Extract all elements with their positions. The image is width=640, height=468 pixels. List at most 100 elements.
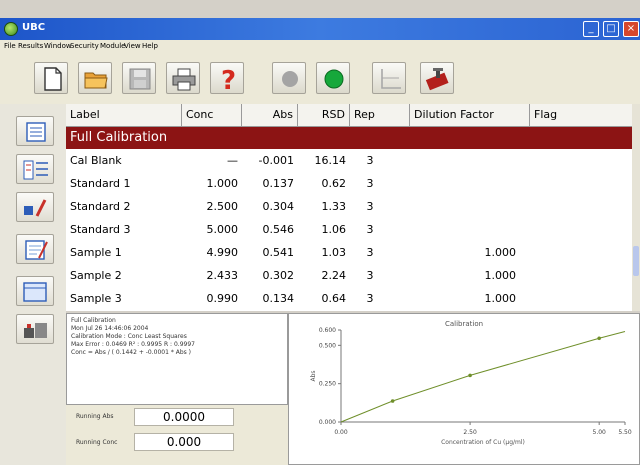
calibration-button[interactable] xyxy=(16,192,54,222)
results-table[interactable]: Label Conc Abs RSD Rep Dilution Factor F… xyxy=(66,104,632,311)
vertical-scrollbar[interactable] xyxy=(632,104,640,311)
menu-view[interactable]: View xyxy=(124,42,141,50)
cell-rep: 3 xyxy=(366,269,374,282)
cell-rsd: 16.14 xyxy=(314,154,347,167)
calibration-pencil-icon xyxy=(24,199,47,217)
cell-rep: 3 xyxy=(366,177,374,190)
calibration-chart-panel: Calibration 0.000 0.250 0.500 0.600 0.00 2.50 5… xyxy=(288,313,640,465)
title-bar[interactable]: UBC _ □ × xyxy=(0,18,640,40)
new-button[interactable] xyxy=(34,62,68,94)
cell-rsd: 1.33 xyxy=(321,200,347,213)
calibration-curve-line xyxy=(340,331,626,423)
cell-label: Cal Blank xyxy=(70,154,122,167)
instrument-icon xyxy=(24,323,47,338)
maximize-button[interactable]: □ xyxy=(603,21,619,37)
cell-dil: 1.000 xyxy=(484,269,517,282)
info-line: Mon Jul 26 14:46:06 2004 xyxy=(71,325,149,332)
method-button[interactable] xyxy=(16,154,54,184)
method-list-icon xyxy=(23,160,48,180)
menu-module[interactable]: Module xyxy=(100,42,125,50)
calibration-point xyxy=(390,399,395,403)
menu-file[interactable]: File xyxy=(4,42,16,50)
open-folder-icon xyxy=(84,72,108,89)
table-view-icon xyxy=(26,122,46,142)
cell-rsd: 1.03 xyxy=(321,246,347,259)
table-row[interactable]: Sample 3 0.990 0.134 0.64 3 1.000 xyxy=(66,288,632,310)
y-tick-label: 0.250 xyxy=(319,381,336,388)
cell-label: Sample 3 xyxy=(70,292,122,305)
column-header-label[interactable]: Label xyxy=(66,104,182,126)
column-header-abs[interactable]: Abs xyxy=(242,104,298,126)
menu-security[interactable]: Security xyxy=(70,42,99,50)
table-row[interactable]: Sample 2 2.433 0.302 2.24 3 1.000 xyxy=(66,265,632,287)
cell-rep: 3 xyxy=(366,246,374,259)
cell-abs: 0.134 xyxy=(262,292,295,305)
view-table-button[interactable] xyxy=(16,116,54,146)
close-button[interactable]: × xyxy=(623,21,639,37)
table-row[interactable]: Sample 1 4.990 0.541 1.03 3 1.000 xyxy=(66,242,632,264)
cell-label: Standard 2 xyxy=(70,200,131,213)
column-header-conc[interactable]: Conc xyxy=(182,104,242,126)
cell-dil xyxy=(410,196,520,218)
group-row[interactable]: Full Calibration xyxy=(66,127,632,149)
print-button[interactable] xyxy=(166,62,200,94)
x-tick-label: 5.00 xyxy=(593,429,607,436)
cell-abs: 0.302 xyxy=(262,269,295,282)
column-header-flag[interactable]: Flag xyxy=(530,104,632,126)
cell-abs: 0.304 xyxy=(262,200,295,213)
cell-dil xyxy=(410,150,520,172)
cell-abs: 0.137 xyxy=(262,177,295,190)
running-abs-label: Running Abs xyxy=(76,413,114,420)
open-button[interactable] xyxy=(78,62,112,94)
x-tick-label: 5.50 xyxy=(618,429,632,436)
cell-label: Standard 3 xyxy=(70,223,131,236)
chart-title: Calibration xyxy=(445,320,483,328)
report-button[interactable] xyxy=(16,234,54,264)
app-icon xyxy=(4,22,18,36)
toolbar: ? xyxy=(0,54,640,104)
calibration-point xyxy=(468,373,472,378)
table-row[interactable]: Standard 2 2.500 0.304 1.33 3 xyxy=(66,196,632,218)
svg-text:?: ? xyxy=(221,66,236,92)
graph-axes-icon xyxy=(381,69,401,89)
running-results-panel: Running Abs 0.0000 Running Conc 0.000 xyxy=(66,405,288,465)
cell-abs: 0.541 xyxy=(262,246,295,259)
start-button[interactable] xyxy=(316,62,350,94)
start-circle-icon xyxy=(324,69,344,89)
cell-conc: 4.990 xyxy=(206,246,239,259)
sampler-button[interactable] xyxy=(420,62,454,94)
minimize-button[interactable]: _ xyxy=(583,21,599,37)
x-tick-label: 0.00 xyxy=(334,429,348,436)
stop-button[interactable] xyxy=(272,62,306,94)
worksheet-button[interactable] xyxy=(16,276,54,306)
table-row[interactable]: Standard 3 5.000 0.546 1.06 3 xyxy=(66,219,632,241)
y-axis-label: Abs xyxy=(310,370,317,381)
menu-results[interactable]: Results xyxy=(18,42,43,50)
save-button[interactable] xyxy=(122,62,156,94)
table-row[interactable]: Cal Blank — -0.001 16.14 3 xyxy=(66,150,632,172)
cell-rsd: 2.24 xyxy=(321,269,347,282)
cell-conc: — xyxy=(227,154,238,167)
scrollbar-thumb[interactable] xyxy=(633,246,639,276)
cell-rsd: 0.62 xyxy=(321,177,347,190)
cell-dil: 1.000 xyxy=(484,246,517,259)
cell-dil: 1.000 xyxy=(484,292,517,305)
help-button[interactable]: ? xyxy=(210,62,244,94)
stop-circle-icon xyxy=(282,71,298,87)
cell-dil xyxy=(410,173,520,195)
save-disk-icon xyxy=(129,68,151,90)
column-header-rep[interactable]: Rep xyxy=(350,104,410,126)
column-header-rsd[interactable]: RSD xyxy=(298,104,350,126)
menu-help[interactable]: Help xyxy=(142,42,158,50)
cell-conc: 2.500 xyxy=(206,200,239,213)
table-row[interactable]: Standard 1 1.000 0.137 0.62 3 xyxy=(66,173,632,195)
instrument-button[interactable] xyxy=(16,314,54,344)
menu-bar: File Results Window Security Module View… xyxy=(0,40,640,54)
chart-view-button[interactable] xyxy=(372,62,406,94)
cell-rep: 3 xyxy=(366,200,374,213)
column-header-dilution-factor[interactable]: Dilution Factor xyxy=(410,104,530,126)
menu-window[interactable]: Window xyxy=(44,42,72,50)
sampler-icon xyxy=(425,68,449,91)
cell-label: Sample 2 xyxy=(70,269,122,282)
calibration-point xyxy=(597,336,601,341)
